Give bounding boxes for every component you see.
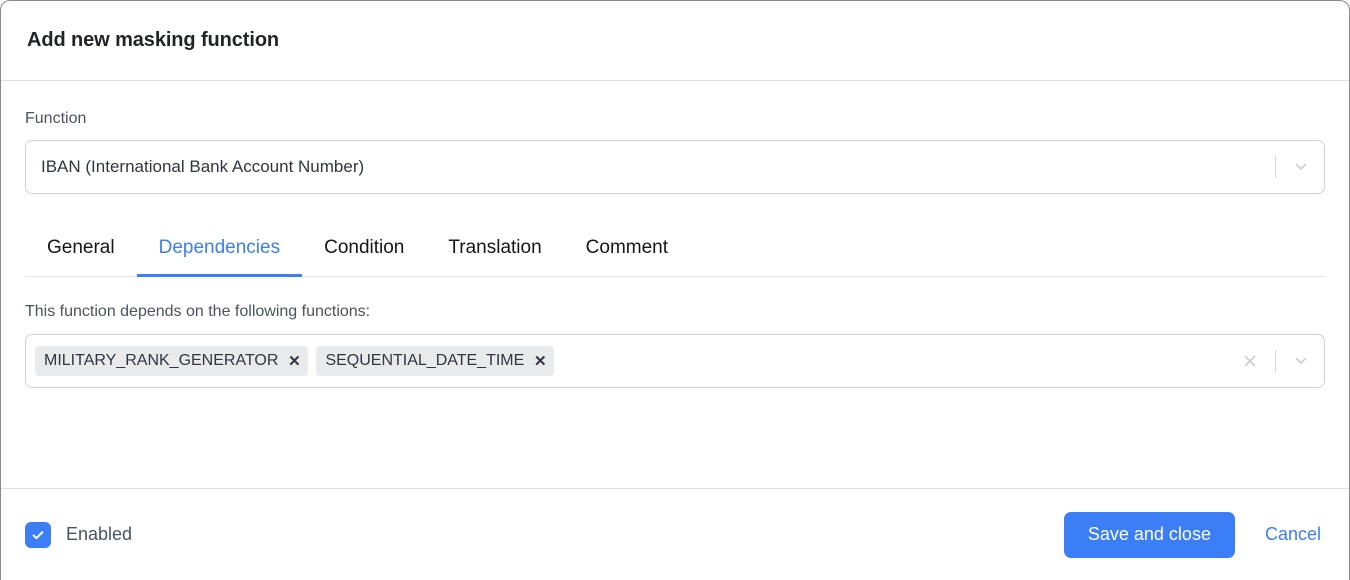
function-select-value: IBAN (International Bank Account Number)	[41, 157, 365, 176]
save-and-close-button[interactable]: Save and close	[1063, 511, 1235, 558]
dialog-footer: Enabled Save and close Cancel	[1, 488, 1349, 580]
function-label: Function	[25, 110, 87, 127]
dependency-chip-list: MILITARY_RANK_GENERATOR ✕ SEQUENTIAL_DAT…	[35, 340, 1227, 382]
dialog-title: Add new masking function	[27, 29, 280, 51]
dependency-chip[interactable]: MILITARY_RANK_GENERATOR ✕	[35, 345, 309, 376]
dependencies-select-indicators	[1227, 349, 1324, 372]
tab-translation[interactable]: Translation	[426, 224, 563, 276]
chevron-down-icon	[1293, 159, 1309, 175]
dialog-header: Add new masking function	[1, 1, 1349, 81]
dependency-chip-label: SEQUENTIAL_DATE_TIME	[325, 351, 525, 369]
dependencies-clear-button[interactable]	[1227, 352, 1273, 370]
clear-icon	[1241, 352, 1259, 370]
function-select[interactable]: IBAN (International Bank Account Number)	[25, 140, 1325, 194]
tab-comment[interactable]: Comment	[564, 224, 690, 276]
dialog-body: Function IBAN (International Bank Accoun…	[1, 81, 1349, 488]
tab-translation-label: Translation	[448, 237, 542, 258]
function-select-indicators	[1273, 141, 1324, 193]
dependency-chip-label: MILITARY_RANK_GENERATOR	[44, 351, 279, 369]
dependencies-dropdown-button[interactable]	[1278, 353, 1324, 369]
tab-bar: General Dependencies Condition Translati…	[25, 224, 1325, 277]
check-icon	[30, 527, 46, 543]
dependencies-description: This function depends on the following f…	[25, 302, 371, 320]
enabled-toggle-group[interactable]: Enabled	[25, 521, 1064, 548]
dependency-chip-remove-icon[interactable]: ✕	[280, 346, 308, 376]
dependency-chip-remove-icon[interactable]: ✕	[526, 346, 554, 376]
tab-dependencies[interactable]: Dependencies	[136, 224, 303, 277]
function-dropdown-button[interactable]	[1278, 141, 1324, 193]
add-masking-function-dialog: Add new masking function Function IBAN (…	[0, 0, 1350, 580]
tab-condition-label: Condition	[324, 237, 405, 258]
dependency-chip[interactable]: SEQUENTIAL_DATE_TIME ✕	[316, 345, 555, 376]
tab-dependencies-label: Dependencies	[158, 237, 281, 258]
enabled-label: Enabled	[66, 524, 133, 544]
footer-actions: Save and close Cancel	[1063, 511, 1325, 558]
select-separator	[1275, 156, 1276, 178]
tab-comment-label: Comment	[585, 237, 669, 258]
tab-general-label: General	[47, 237, 115, 258]
select-separator	[1275, 349, 1276, 372]
enabled-checkbox[interactable]	[25, 521, 51, 548]
tab-general[interactable]: General	[25, 224, 137, 276]
dependencies-multiselect[interactable]: MILITARY_RANK_GENERATOR ✕ SEQUENTIAL_DAT…	[25, 333, 1325, 388]
tab-condition[interactable]: Condition	[302, 224, 426, 276]
chevron-down-icon	[1293, 353, 1309, 369]
cancel-button[interactable]: Cancel	[1261, 524, 1325, 545]
